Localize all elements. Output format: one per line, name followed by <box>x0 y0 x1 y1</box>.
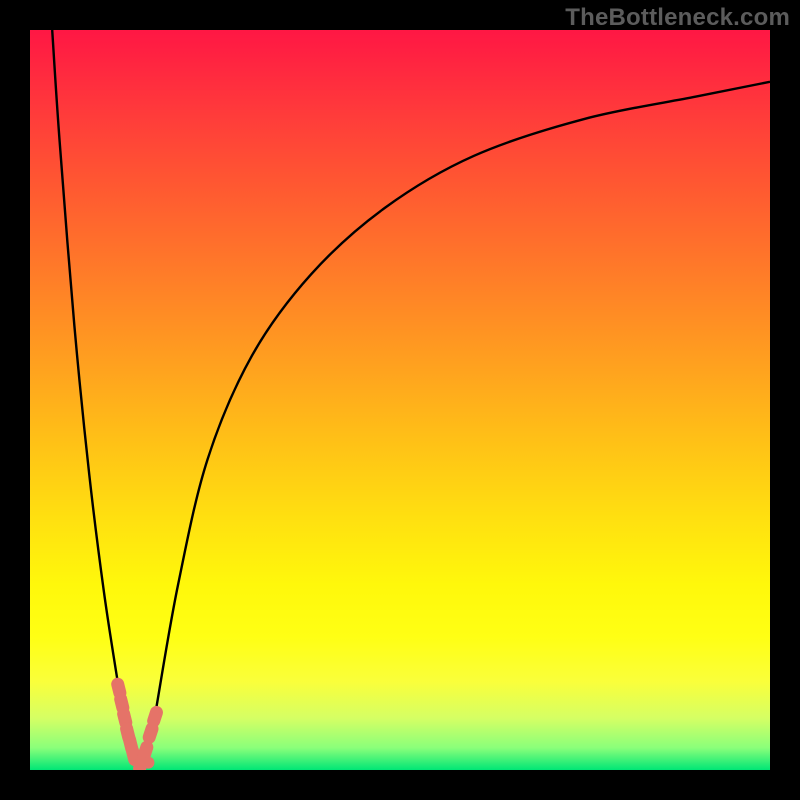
watermark-label: TheBottleneck.com <box>565 4 790 32</box>
marker-dot <box>142 757 154 769</box>
curve-layer <box>30 30 770 770</box>
bottleneck-curve <box>52 30 770 770</box>
marker-cluster <box>110 676 165 770</box>
bottleneck-curve-path <box>52 30 770 770</box>
chart-frame: TheBottleneck.com <box>0 0 800 800</box>
plot-area <box>30 30 770 770</box>
